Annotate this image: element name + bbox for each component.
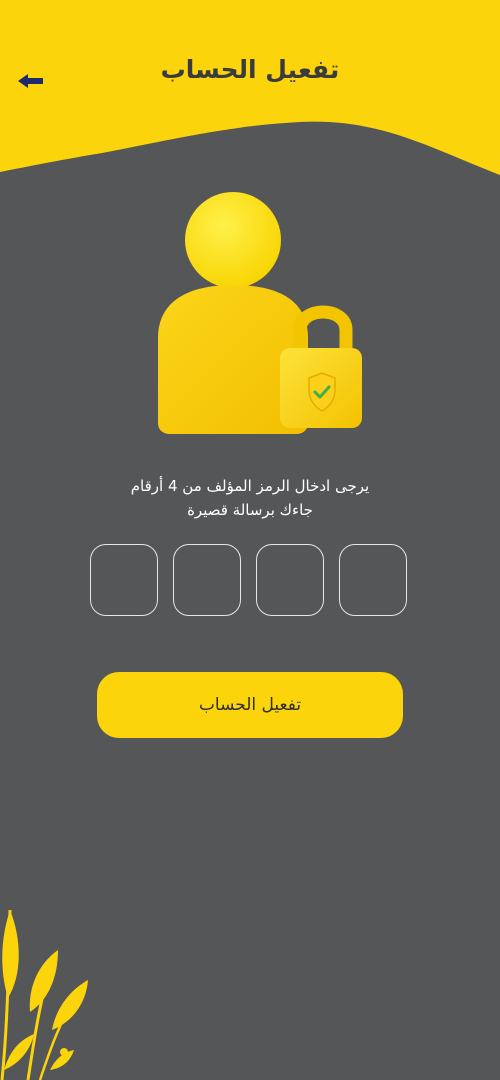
leaves-icon bbox=[0, 909, 88, 1080]
header-wave-background bbox=[0, 0, 500, 175]
otp-input-group bbox=[90, 544, 410, 618]
page-title: تفعيل الحساب bbox=[160, 55, 340, 84]
instruction-line-2: جاءك برسالة قصيرة bbox=[187, 501, 313, 519]
activate-account-button[interactable]: تفعيل الحساب bbox=[97, 672, 403, 738]
otp-digit-1[interactable] bbox=[90, 544, 158, 616]
otp-digit-4[interactable] bbox=[339, 544, 407, 616]
user-lock-illustration bbox=[158, 192, 362, 434]
otp-digit-3[interactable] bbox=[256, 544, 324, 616]
otp-digit-2[interactable] bbox=[173, 544, 241, 616]
instruction-line-1: يرجى ادخال الرمز المؤلف من 4 أرقام bbox=[130, 477, 370, 495]
instruction-text: يرجى ادخال الرمز المؤلف من 4 أرقام جاءك … bbox=[50, 474, 450, 522]
